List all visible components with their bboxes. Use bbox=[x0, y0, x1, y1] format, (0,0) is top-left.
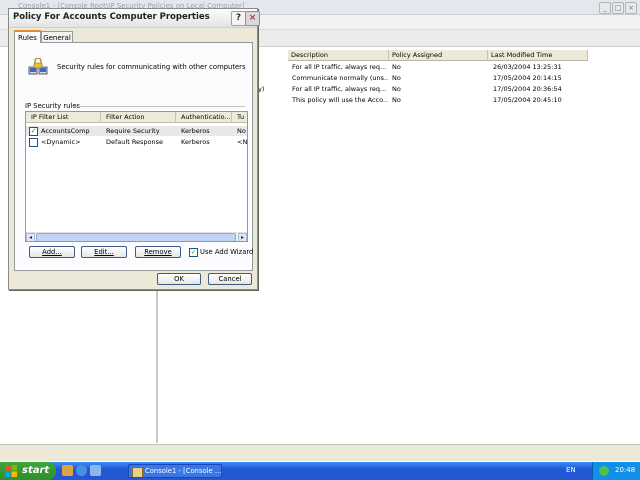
taskbar-item-label: Console1 - [Console ... bbox=[145, 467, 222, 475]
policy-row[interactable]: y) For all IP traffic, always req... No … bbox=[258, 85, 638, 95]
dialog-title: Policy For Accounts Computer Properties bbox=[13, 12, 210, 22]
policy-description: For all IP traffic, always req... bbox=[292, 85, 387, 93]
policy-modified: 17/05/2004 20:36:54 bbox=[493, 85, 562, 93]
policy-assigned: No bbox=[392, 96, 401, 104]
rule-row[interactable]: <Dynamic> Default Response Kerberos <N bbox=[26, 137, 248, 147]
taskbar-item-console[interactable]: Console1 - [Console ... bbox=[128, 464, 222, 478]
console-maximize-button[interactable]: □ bbox=[612, 2, 624, 14]
policy-description: For all IP traffic, always req... bbox=[292, 63, 387, 71]
policy-row[interactable]: This policy will use the Acco... No 17/0… bbox=[258, 96, 638, 106]
cancel-button[interactable]: Cancel bbox=[208, 273, 252, 285]
rules-tab-panel: Security rules for communicating with ot… bbox=[14, 42, 253, 271]
policy-assigned: No bbox=[392, 63, 401, 71]
rule-authentication: Kerberos bbox=[181, 138, 210, 146]
taskbar: start Console1 - [Console ... EN 20:48 bbox=[0, 462, 640, 480]
policy-row[interactable]: Communicate normally (uns... No 17/05/20… bbox=[258, 74, 638, 84]
rule-row[interactable]: ✓ AccountsComp Require Security Kerberos… bbox=[26, 126, 247, 136]
use-add-wizard-checkbox[interactable]: ✓ bbox=[189, 248, 198, 257]
rules-horizontal-scrollbar[interactable]: ◂ ▸ bbox=[26, 232, 247, 241]
add-rule-button[interactable]: Add... bbox=[29, 246, 75, 258]
rule-checkbox[interactable]: ✓ bbox=[29, 127, 38, 136]
rule-action: Require Security bbox=[106, 127, 160, 135]
edit-rule-button[interactable]: Edit... bbox=[81, 246, 127, 258]
column-header-authentication[interactable]: Authenticatio... bbox=[176, 112, 232, 123]
policy-row[interactable]: For all IP traffic, always req... No 26/… bbox=[258, 63, 638, 73]
rule-tunnel: <N bbox=[237, 138, 248, 146]
show-desktop-icon[interactable] bbox=[62, 465, 73, 476]
remove-rule-button[interactable]: Remove bbox=[135, 246, 181, 258]
start-button[interactable]: start bbox=[0, 462, 56, 480]
media-player-icon[interactable] bbox=[90, 465, 101, 476]
console-close-button[interactable]: × bbox=[625, 2, 637, 14]
rule-filter: <Dynamic> bbox=[41, 138, 81, 146]
intro-text: Security rules for communicating with ot… bbox=[57, 63, 246, 71]
console-statusbar bbox=[0, 444, 640, 461]
ip-security-rules-list[interactable]: IP Filter List Filter Action Authenticat… bbox=[25, 111, 248, 242]
column-header-policy-assigned[interactable]: Policy Assigned bbox=[389, 50, 488, 61]
scroll-left-button[interactable]: ◂ bbox=[26, 233, 35, 241]
clock[interactable]: 20:48 bbox=[615, 466, 635, 474]
windows-flag-icon bbox=[5, 465, 17, 477]
network-icon[interactable] bbox=[599, 466, 609, 476]
rule-tunnel: No bbox=[237, 127, 246, 135]
column-header-last-modified[interactable]: Last Modified Time bbox=[488, 50, 588, 61]
use-add-wizard-label: Use Add Wizard bbox=[200, 248, 254, 256]
scroll-right-button[interactable]: ▸ bbox=[238, 233, 247, 241]
policy-description: This policy will use the Acco... bbox=[292, 96, 388, 104]
language-indicator[interactable]: EN bbox=[566, 466, 576, 474]
help-button[interactable]: ? bbox=[231, 11, 246, 26]
policy-modified: 26/03/2004 13:25:31 bbox=[493, 63, 562, 71]
policy-assigned: No bbox=[392, 74, 401, 82]
policy-assigned: No bbox=[392, 85, 401, 93]
start-label: start bbox=[22, 465, 50, 476]
rule-checkbox[interactable] bbox=[29, 138, 38, 147]
internet-explorer-icon[interactable] bbox=[76, 465, 87, 476]
policy-name-fragment: y) bbox=[258, 85, 265, 93]
console-app-icon bbox=[132, 467, 143, 477]
policy-properties-dialog: Policy For Accounts Computer Properties … bbox=[8, 8, 260, 290]
column-header-tunnel[interactable]: Tu bbox=[232, 112, 247, 123]
tab-rules[interactable]: Rules bbox=[14, 30, 41, 43]
column-header-ip-filter-list[interactable]: IP Filter List bbox=[26, 112, 101, 123]
scroll-thumb[interactable] bbox=[36, 233, 236, 241]
column-header-filter-action[interactable]: Filter Action bbox=[101, 112, 176, 123]
column-header-description[interactable]: Description bbox=[288, 50, 389, 61]
rule-action: Default Response bbox=[106, 138, 164, 146]
rule-authentication: Kerberos bbox=[181, 127, 210, 135]
security-policy-icon bbox=[28, 58, 48, 75]
console-minimize-button[interactable]: _ bbox=[599, 2, 611, 14]
rules-group-label: IP Security rules bbox=[25, 102, 81, 110]
policy-modified: 17/05/2004 20:14:15 bbox=[493, 74, 562, 82]
ok-button[interactable]: OK bbox=[157, 273, 201, 285]
rule-filter: AccountsComp bbox=[41, 127, 90, 135]
policy-description: Communicate normally (uns... bbox=[292, 74, 388, 82]
system-tray: 20:48 bbox=[592, 462, 640, 480]
rules-divider bbox=[73, 106, 245, 107]
policy-modified: 17/05/2004 20:45:10 bbox=[493, 96, 562, 104]
dialog-titlebar[interactable]: Policy For Accounts Computer Properties … bbox=[9, 9, 260, 28]
dialog-close-button[interactable]: × bbox=[245, 11, 260, 26]
